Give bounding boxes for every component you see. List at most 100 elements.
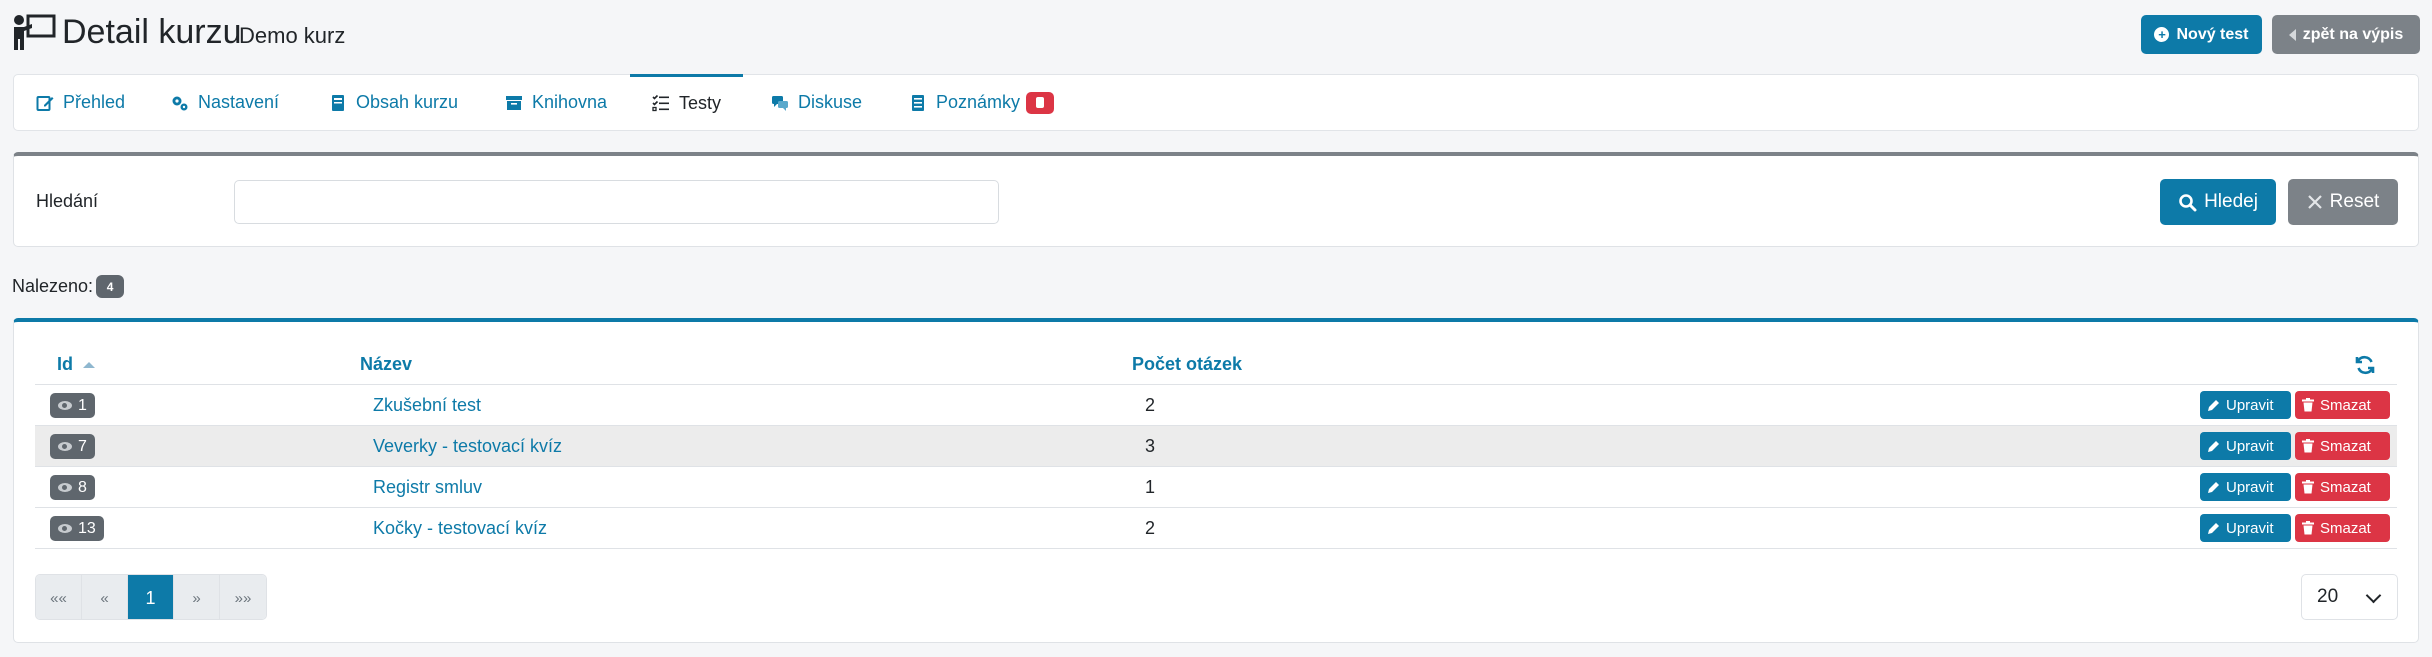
edit-button[interactable]: Upravit [2200, 432, 2291, 460]
tab-knihovna[interactable]: Knihovna [505, 75, 607, 130]
table-row: 1 Zkušební test 2 Upravit Smazat [35, 385, 2397, 426]
reset-button-label: Reset [2329, 191, 2380, 212]
page-title: Detail kurzu [62, 13, 242, 51]
delete-button[interactable]: Smazat [2295, 473, 2390, 501]
test-name-link[interactable]: Zkušební test [373, 395, 481, 416]
delete-button[interactable]: Smazat [2295, 514, 2390, 542]
edit-label: Upravit [2226, 396, 2274, 414]
eye-icon [58, 401, 72, 410]
edit-button[interactable]: Upravit [2200, 391, 2291, 419]
table-row: 13 Kočky - testovací kvíz 2 Upravit Smazat [35, 508, 2397, 549]
eye-icon [58, 483, 72, 492]
search-label: Hledání [36, 191, 99, 211]
test-name-link[interactable]: Kočky - testovací kvíz [373, 518, 547, 539]
caret-left-icon [2288, 28, 2296, 41]
view-id-badge[interactable]: 7 [50, 434, 95, 459]
pencil-icon [2208, 522, 2219, 534]
page-header: Detail kurzu Demo kurz + Nový test zpět … [0, 0, 2432, 66]
column-header-label: Název [360, 354, 413, 374]
tab-label: Přehled [63, 92, 126, 112]
trash-icon [2302, 521, 2314, 535]
delete-label: Smazat [2320, 519, 2371, 537]
row-id: 8 [78, 478, 87, 496]
column-header-label: Id [57, 354, 73, 374]
column-header-name[interactable]: Název [360, 354, 412, 375]
search-icon [2179, 193, 2197, 211]
question-count: 1 [1145, 477, 1156, 497]
column-header-id[interactable]: Id [57, 354, 95, 375]
test-name-link[interactable]: Veverky - testovací kvíz [373, 436, 562, 457]
page-subtitle: Demo kurz [239, 23, 346, 48]
results-label: Nalezeno: [12, 276, 94, 296]
page-current-button[interactable]: 1 [128, 575, 174, 619]
chevron-down-icon [2365, 587, 2382, 604]
reset-button[interactable]: Reset [2288, 179, 2398, 225]
sort-ascending-icon [83, 361, 95, 368]
checklist-icon [652, 94, 669, 112]
new-test-button[interactable]: + Nový test [2141, 15, 2262, 54]
comments-icon [772, 95, 788, 111]
delete-button[interactable]: Smazat [2295, 432, 2390, 460]
edit-label: Upravit [2226, 478, 2274, 496]
page-next-button[interactable]: » [174, 575, 220, 619]
tab-label: Poznámky [936, 92, 1021, 112]
eye-icon [58, 524, 72, 533]
refresh-icon[interactable] [2354, 354, 2376, 376]
course-tabs: Přehled Nastavení Obsah kurzu Knihovna T… [13, 74, 2419, 131]
pagination: «« « 1 » »» [35, 574, 267, 620]
tests-table-panel: Id Název Počet otázek 1 Zkušební test 2 Upr… [13, 318, 2419, 643]
plus-circle-icon: + [2154, 27, 2170, 42]
column-header-question-count[interactable]: Počet otázek [1132, 354, 1242, 375]
notes-icon [912, 94, 924, 111]
gears-icon [172, 96, 188, 110]
question-count: 2 [1145, 518, 1156, 538]
trash-icon [2302, 398, 2314, 412]
page-first-button[interactable]: «« [36, 575, 82, 619]
results-count: Nalezeno: 4 [12, 275, 125, 298]
tab-obsah-kurzu[interactable]: Obsah kurzu [329, 75, 458, 130]
edit-button[interactable]: Upravit [2200, 514, 2291, 542]
row-id: 1 [78, 396, 87, 414]
question-count: 3 [1145, 436, 1156, 456]
results-badge: 4 [96, 275, 125, 298]
tab-poznamky[interactable]: Poznámky [909, 75, 1055, 130]
delete-label: Smazat [2320, 478, 2371, 496]
trash-icon [2302, 480, 2314, 494]
new-test-label: Nový test [2176, 25, 2249, 43]
tab-diskuse[interactable]: Diskuse [771, 75, 862, 130]
per-page-select[interactable]: 20 [2301, 574, 2398, 620]
row-id: 13 [78, 519, 96, 537]
trash-icon [2302, 439, 2314, 453]
tab-testy[interactable]: Testy [630, 74, 744, 129]
question-count: 2 [1145, 395, 1156, 415]
edit-button[interactable]: Upravit [2200, 473, 2291, 501]
tab-prehled[interactable]: Přehled [36, 75, 125, 130]
search-button[interactable]: Hledej [2160, 179, 2276, 225]
page-prev-button[interactable]: « [82, 575, 128, 619]
edit-label: Upravit [2226, 519, 2274, 537]
tab-label: Nastavení [198, 92, 280, 112]
table-row: 7 Veverky - testovací kvíz 3 Upravit Smazat [35, 426, 2397, 467]
view-id-badge[interactable]: 8 [50, 475, 95, 500]
view-id-badge[interactable]: 13 [50, 516, 104, 541]
row-id: 7 [78, 437, 87, 455]
back-to-list-button[interactable]: zpět na výpis [2272, 15, 2420, 54]
delete-label: Smazat [2320, 396, 2371, 414]
tab-nastaveni[interactable]: Nastavení [171, 75, 279, 130]
test-name-link[interactable]: Registr smluv [373, 477, 482, 498]
delete-label: Smazat [2320, 437, 2371, 455]
pencil-icon [2208, 440, 2219, 452]
book-icon [332, 94, 344, 111]
column-header-label: Počet otázek [1132, 354, 1243, 374]
notes-badge [1026, 91, 1055, 114]
eye-icon [58, 442, 72, 451]
teacher-icon [14, 14, 56, 50]
search-panel: Hledání Hledej Reset [13, 152, 2419, 247]
tab-label: Diskuse [798, 92, 863, 112]
search-button-label: Hledej [2204, 191, 2258, 212]
tab-label: Testy [679, 92, 722, 113]
view-id-badge[interactable]: 1 [50, 393, 95, 418]
page-last-button[interactable]: »» [220, 575, 266, 619]
delete-button[interactable]: Smazat [2295, 391, 2390, 419]
search-input[interactable] [234, 180, 999, 224]
